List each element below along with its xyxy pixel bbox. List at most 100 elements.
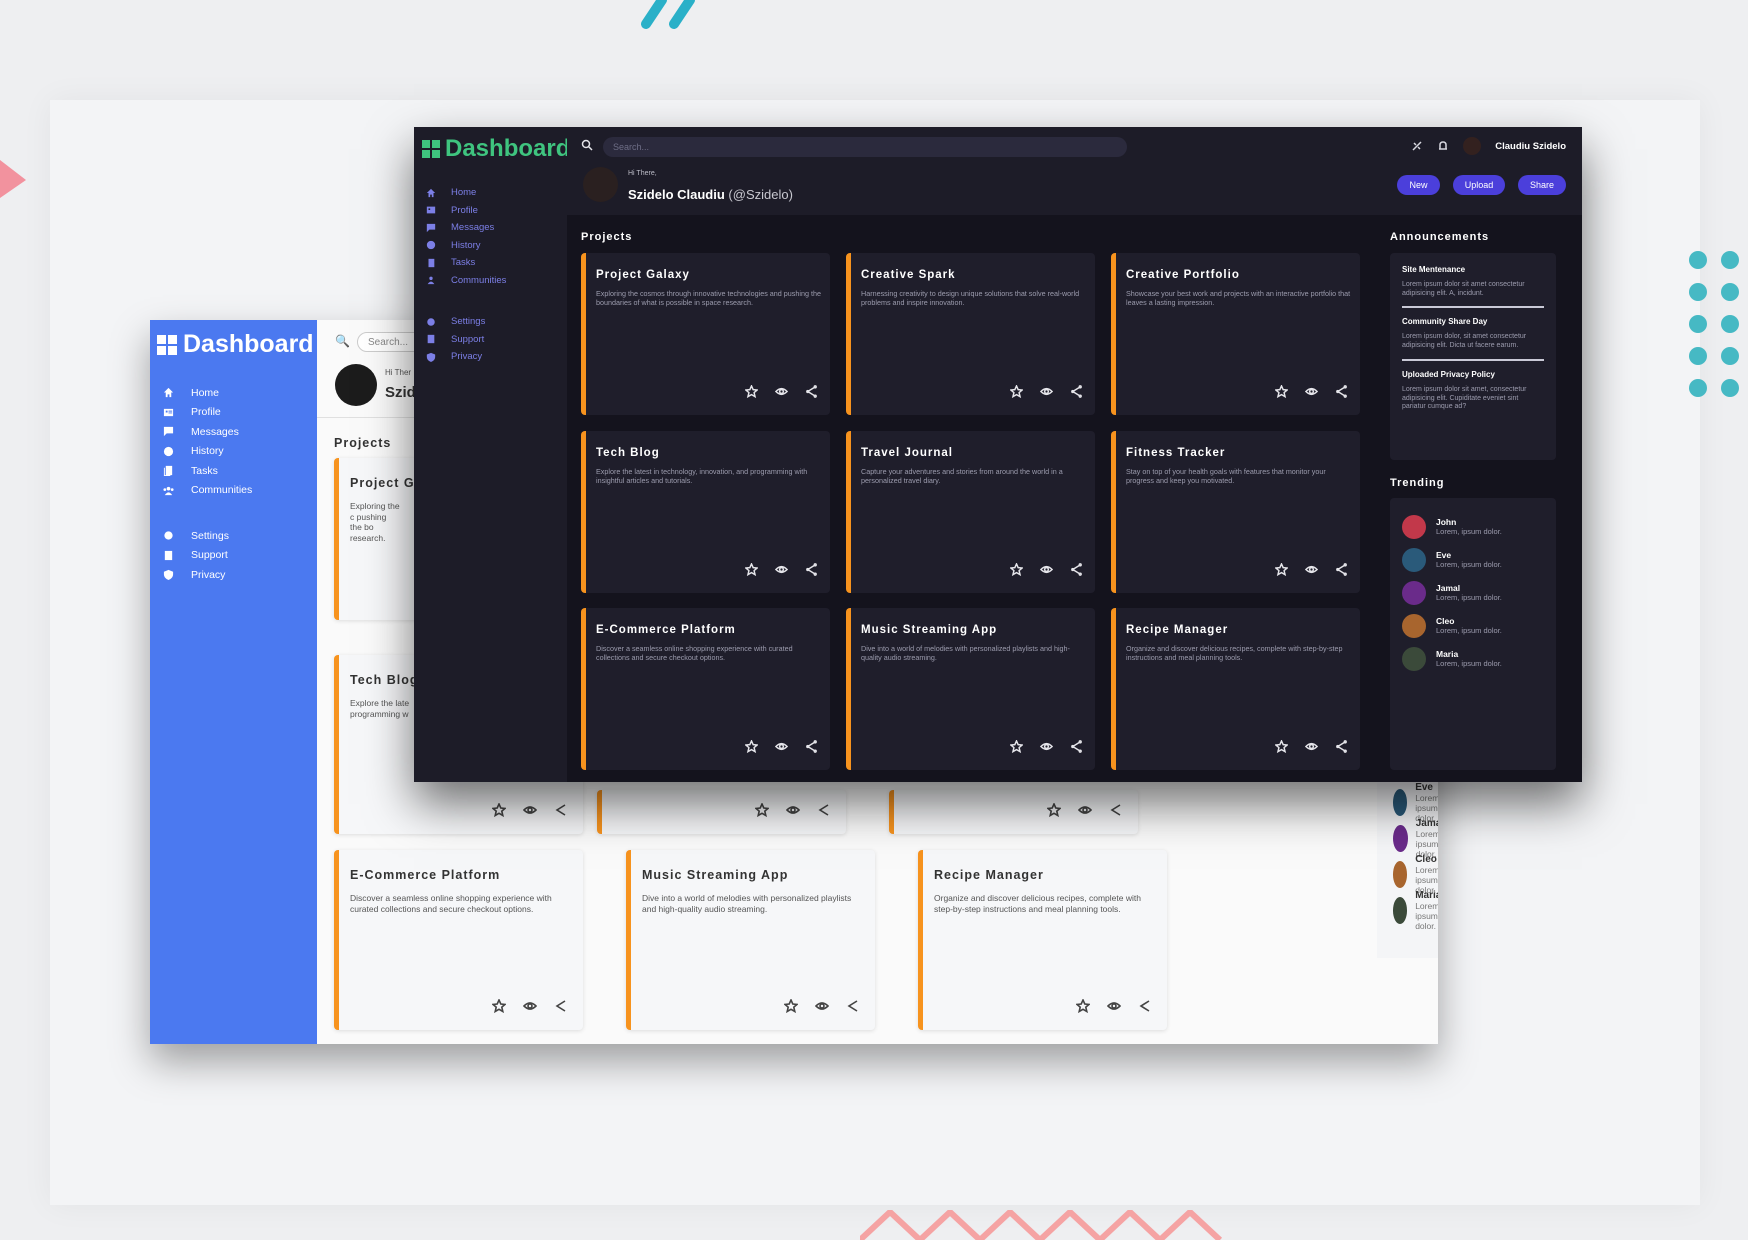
sidebar-item-tasks[interactable]: Tasks: [414, 254, 506, 272]
sidebar-item-support[interactable]: Support: [150, 546, 317, 566]
sidebar-item-messages[interactable]: Messages: [150, 422, 317, 442]
trending-item[interactable]: John Lorem, ipsum dolor.: [1390, 510, 1556, 543]
project-card[interactable]: Music Streaming App Dive into a world of…: [626, 850, 875, 1030]
trending-item[interactable]: EveLorem, ipsum dolor.: [1390, 543, 1556, 576]
view-icon[interactable]: [1040, 385, 1053, 398]
search-icon[interactable]: 🔍: [335, 334, 350, 348]
search-input[interactable]: Search...: [603, 137, 1127, 157]
theme-toggle-icon[interactable]: [1411, 140, 1423, 152]
view-icon[interactable]: [1040, 740, 1053, 753]
share-icon[interactable]: [805, 385, 818, 398]
view-icon[interactable]: [523, 999, 537, 1013]
user-name[interactable]: Claudiu Szidelo: [1495, 141, 1566, 152]
project-card[interactable]: Fitness Tracker Stay on top of your healt…: [1111, 431, 1360, 593]
view-icon[interactable]: [1305, 385, 1318, 398]
share-icon[interactable]: [817, 803, 831, 817]
share-icon[interactable]: [554, 803, 568, 817]
trending-item[interactable]: JamalLorem, ipsum dolor.: [1393, 818, 1438, 859]
star-icon[interactable]: [755, 803, 769, 817]
sidebar-item-support[interactable]: Support: [414, 331, 506, 349]
sidebar-item-profile[interactable]: Profile: [150, 403, 317, 423]
view-icon[interactable]: [775, 563, 788, 576]
sidebar-item-settings[interactable]: Settings: [150, 526, 317, 546]
star-icon[interactable]: [745, 385, 758, 398]
project-card[interactable]: Creative Portfolio Showcase your best wor…: [1111, 253, 1360, 415]
view-icon[interactable]: [1305, 740, 1318, 753]
project-card[interactable]: E-Commerce Platform Discover a seamless …: [334, 850, 583, 1030]
view-icon[interactable]: [1107, 999, 1121, 1013]
star-icon[interactable]: [1010, 385, 1023, 398]
share-icon[interactable]: [554, 999, 568, 1013]
trending-item[interactable]: MariaLorem, ipsum dolor.: [1390, 642, 1556, 675]
star-icon[interactable]: [745, 563, 758, 576]
share-icon[interactable]: [1070, 385, 1083, 398]
project-card[interactable]: Travel Journal Capture your adventures an…: [846, 431, 1095, 593]
trending-item[interactable]: EveLorem, ipsum dolor.: [1393, 782, 1438, 823]
project-card[interactable]: E-Commerce Platform Discover a seamless o…: [581, 608, 830, 770]
star-icon[interactable]: [1010, 563, 1023, 576]
star-icon[interactable]: [784, 999, 798, 1013]
star-icon[interactable]: [1010, 740, 1023, 753]
project-card[interactable]: Creative Spark Harnessing creativity to d…: [846, 253, 1095, 415]
view-icon[interactable]: [775, 740, 788, 753]
view-icon[interactable]: [1078, 803, 1092, 817]
share-icon[interactable]: [805, 740, 818, 753]
share-icon[interactable]: [1070, 563, 1083, 576]
sidebar-item-home[interactable]: Home: [414, 184, 506, 202]
view-icon[interactable]: [775, 385, 788, 398]
sidebar-item-messages[interactable]: Messages: [414, 219, 506, 237]
project-card[interactable]: [597, 790, 846, 834]
sidebar-item-settings[interactable]: Settings: [414, 313, 506, 331]
share-icon[interactable]: [805, 563, 818, 576]
avatar[interactable]: [335, 364, 377, 406]
bell-icon[interactable]: [1437, 140, 1449, 152]
project-card[interactable]: Project Galaxy Exploring the cosmos throu…: [581, 253, 830, 415]
announcement-item[interactable]: Site Mentenance Lorem ipsum dolor sit am…: [1402, 265, 1544, 309]
sidebar-item-communities[interactable]: Communities: [150, 481, 317, 501]
project-card[interactable]: [889, 790, 1138, 834]
light-logo[interactable]: Dashboard: [150, 320, 317, 369]
avatar[interactable]: [1463, 137, 1482, 155]
share-icon[interactable]: [1335, 740, 1348, 753]
view-icon[interactable]: [523, 803, 537, 817]
star-icon[interactable]: [492, 999, 506, 1013]
star-icon[interactable]: [1275, 385, 1288, 398]
star-icon[interactable]: [1076, 999, 1090, 1013]
sidebar-item-privacy[interactable]: Privacy: [414, 348, 506, 366]
sidebar-item-home[interactable]: Home: [150, 383, 317, 403]
sidebar-item-privacy[interactable]: Privacy: [150, 565, 317, 585]
view-icon[interactable]: [815, 999, 829, 1013]
star-icon[interactable]: [745, 740, 758, 753]
share-icon[interactable]: [1070, 740, 1083, 753]
upload-button[interactable]: Upload: [1453, 175, 1505, 195]
project-card[interactable]: Recipe Manager Organize and discover del…: [918, 850, 1167, 1030]
view-icon[interactable]: [1040, 563, 1053, 576]
star-icon[interactable]: [1275, 563, 1288, 576]
trending-item[interactable]: JamalLorem, ipsum dolor.: [1390, 576, 1556, 609]
sidebar-item-profile[interactable]: Profile: [414, 202, 506, 220]
star-icon[interactable]: [1047, 803, 1061, 817]
announcement-item[interactable]: Community Share Day Lorem ipsum dolor, s…: [1402, 317, 1544, 361]
project-card[interactable]: Recipe Manager Organize and discover deli…: [1111, 608, 1360, 770]
new-button[interactable]: New: [1397, 175, 1440, 195]
trending-item[interactable]: CleoLorem, ipsum dolor.: [1390, 609, 1556, 642]
sidebar-item-history[interactable]: History: [150, 442, 317, 462]
trending-item[interactable]: CleoLorem, ipsum dolor.: [1393, 854, 1438, 895]
view-icon[interactable]: [786, 803, 800, 817]
trending-item[interactable]: MariaLorem, ipsum dolor.: [1393, 890, 1438, 931]
share-icon[interactable]: [1335, 563, 1348, 576]
share-button[interactable]: Share: [1518, 175, 1566, 195]
view-icon[interactable]: [1305, 563, 1318, 576]
sidebar-item-communities[interactable]: Communities: [414, 272, 506, 290]
sidebar-item-history[interactable]: History: [414, 237, 506, 255]
project-card[interactable]: Music Streaming App Dive into a world of …: [846, 608, 1095, 770]
project-card[interactable]: Tech Blog Explore the latest in technolog…: [581, 431, 830, 593]
share-icon[interactable]: [1109, 803, 1123, 817]
sidebar-item-tasks[interactable]: Tasks: [150, 461, 317, 481]
star-icon[interactable]: [492, 803, 506, 817]
avatar[interactable]: [583, 167, 618, 202]
share-icon[interactable]: [846, 999, 860, 1013]
announcement-item[interactable]: Uploaded Privacy Policy Lorem ipsum dolo…: [1402, 370, 1544, 420]
star-icon[interactable]: [1275, 740, 1288, 753]
dark-logo[interactable]: Dashboard: [422, 135, 570, 163]
